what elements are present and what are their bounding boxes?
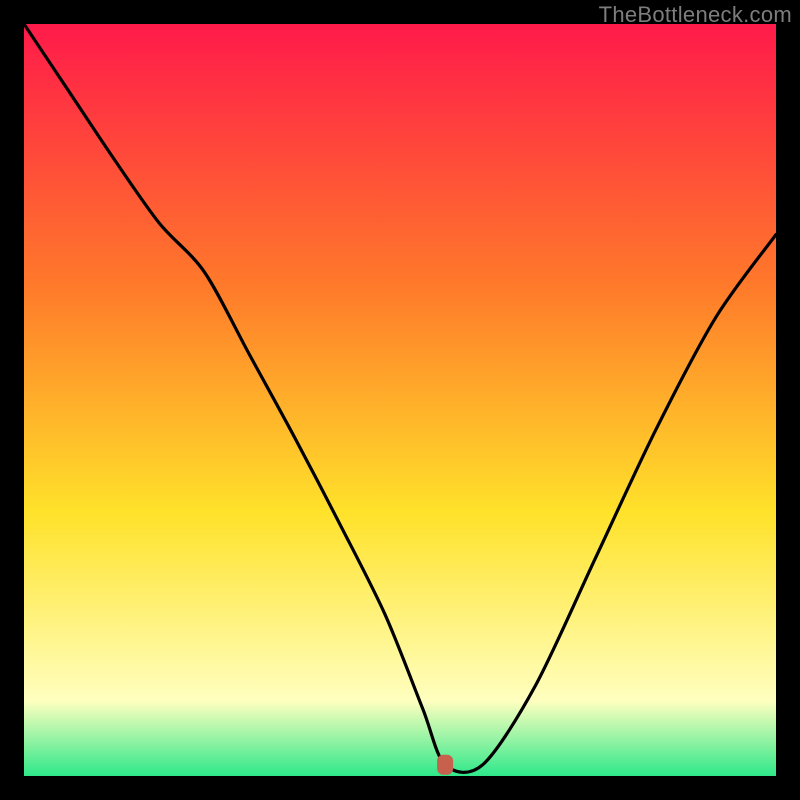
optimal-marker bbox=[437, 755, 453, 775]
chart-svg bbox=[24, 24, 776, 776]
watermark-text: TheBottleneck.com bbox=[599, 2, 792, 28]
gradient-background bbox=[24, 24, 776, 776]
plot-area bbox=[24, 24, 776, 776]
chart-frame: TheBottleneck.com bbox=[0, 0, 800, 800]
